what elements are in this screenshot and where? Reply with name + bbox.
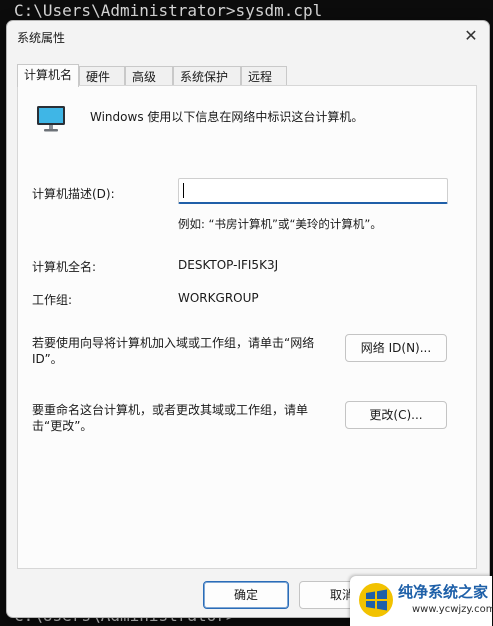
- tab-system-protection[interactable]: 系统保护: [173, 66, 241, 86]
- watermark-url: www.ycwjzy.com: [412, 604, 493, 615]
- system-properties-dialog: 系统属性 ✕ 计算机名 硬件 高级 系统保护 远程 Windows 使用以下信息…: [6, 20, 490, 618]
- computer-description-input[interactable]: [178, 178, 448, 204]
- example-text: 例如: “书房计算机”或“美玲的计算机”。: [178, 217, 382, 231]
- tab-computer-name[interactable]: 计算机名: [17, 64, 79, 87]
- workgroup-label: 工作组:: [32, 293, 73, 307]
- ok-button[interactable]: 确定: [203, 581, 289, 609]
- network-id-button[interactable]: 网络 ID(N)...: [345, 334, 447, 362]
- network-id-instructions: 若要使用向导将计算机加入域或工作组，请单击“网络 ID”。: [32, 336, 315, 366]
- computer-monitor-icon: [37, 106, 65, 132]
- computer-name-panel: Windows 使用以下信息在网络中标识这台计算机。 计算机描述(D): 例如:…: [17, 85, 477, 569]
- tab-hardware[interactable]: 硬件: [79, 66, 125, 86]
- workgroup-value: WORKGROUP: [178, 291, 259, 305]
- windows-logo-icon: [359, 583, 393, 617]
- watermark-title: 纯净系统之家: [398, 583, 489, 601]
- text-caret: [183, 183, 184, 198]
- full-name-label: 计算机全名:: [32, 260, 97, 274]
- intro-text: Windows 使用以下信息在网络中标识这台计算机。: [90, 110, 364, 124]
- tab-remote[interactable]: 远程: [241, 66, 287, 86]
- tab-advanced[interactable]: 高级: [125, 66, 173, 86]
- dialog-titlebar: 系统属性 ✕: [7, 21, 489, 51]
- change-button[interactable]: 更改(C)...: [345, 401, 447, 429]
- rename-instructions: 要重命名这台计算机，或者更改其域或工作组，请单击“更改”。: [32, 403, 309, 433]
- full-name-value: DESKTOP-IFI5K3J: [178, 258, 279, 272]
- close-icon[interactable]: ✕: [459, 25, 483, 47]
- dialog-title: 系统属性: [17, 31, 66, 45]
- description-label: 计算机描述(D):: [32, 187, 115, 201]
- site-watermark: 纯净系统之家 www.ycwjzy.com: [350, 576, 493, 626]
- console-command-line: C:\Users\Administrator>sysdm.cpl: [14, 1, 323, 20]
